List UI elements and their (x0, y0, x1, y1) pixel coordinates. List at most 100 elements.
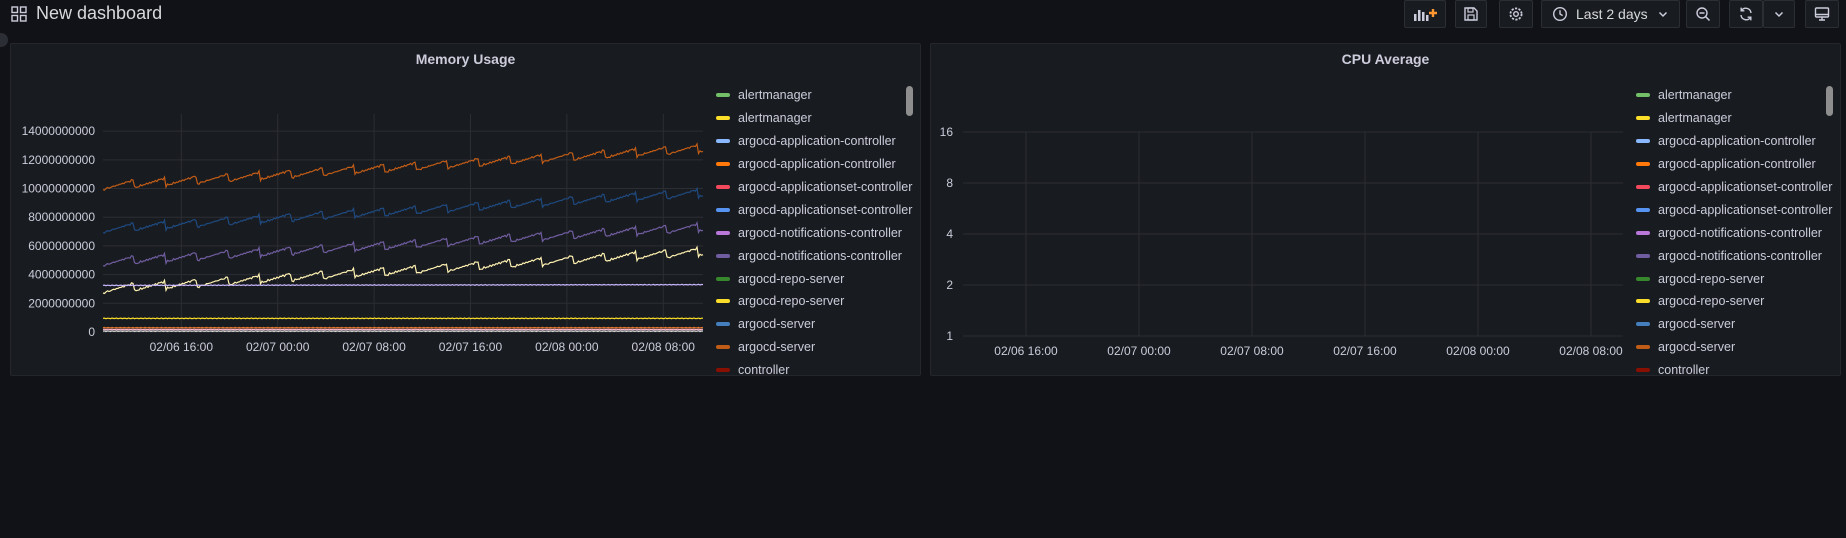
legend-label: alertmanager (1658, 88, 1732, 103)
legend-label: argocd-application-controller (1658, 134, 1816, 149)
x-tick-label: 02/06 16:00 (994, 344, 1058, 358)
top-bar: New dashboard Last 2 days (0, 0, 1846, 30)
series-line[interactable] (102, 328, 703, 331)
cpu-average-panel[interactable]: CPU Average 1 2 4 8 16 02/06 16:00 02/07 00:00… (930, 43, 1841, 376)
legend-swatch (716, 345, 730, 350)
legend-label: alertmanager (738, 88, 812, 103)
legend-item[interactable]: argocd-server (1636, 336, 1836, 359)
legend-label: argocd-applicationset-controller (1658, 202, 1833, 217)
x-tick-label: 02/07 16:00 (439, 340, 503, 354)
legend-swatch (716, 253, 730, 258)
legend-swatch (1636, 276, 1650, 281)
legend-swatch (716, 276, 730, 281)
legend-item[interactable]: argocd-repo-server (716, 267, 916, 290)
refresh-button[interactable] (1729, 0, 1763, 28)
panel-title[interactable]: CPU Average (931, 51, 1840, 67)
legend-item[interactable]: argocd-applicationset-controller (1636, 176, 1836, 199)
legend-item[interactable]: argocd-server (1636, 313, 1836, 336)
x-tick-label: 02/07 08:00 (1220, 344, 1284, 358)
legend-item[interactable]: argocd-notifications-controller (1636, 221, 1836, 244)
legend-label: argocd-repo-server (1658, 271, 1765, 286)
legend-label: argocd-applicationset-controller (738, 180, 913, 194)
tv-mode-button[interactable] (1805, 0, 1839, 28)
legend-label: argocd-applicationset-controller (1658, 180, 1833, 194)
legend-swatch (716, 230, 730, 235)
legend-label: argocd-notifications-controller (738, 248, 902, 263)
legend-item[interactable]: argocd-application-controller (716, 153, 916, 176)
legend-item[interactable]: alertmanager (1636, 84, 1836, 107)
legend-item[interactable]: argocd-server (716, 336, 916, 359)
legend-swatch (1636, 345, 1650, 350)
series-line[interactable] (102, 283, 703, 287)
save-dashboard-button[interactable] (1455, 0, 1487, 28)
legend-label: argocd-application-controller (738, 157, 896, 172)
zoom-out-icon (1696, 7, 1711, 22)
legend-item[interactable]: alertmanager (1636, 107, 1836, 130)
memory-usage-chart[interactable]: 0 2000000000 4000000000 6000000000 800000000… (11, 84, 711, 374)
settings-icon (1509, 7, 1523, 21)
legend-item[interactable]: argocd-application-controller (716, 130, 916, 153)
series-line[interactable] (102, 330, 703, 333)
add-panel-button[interactable] (1404, 0, 1446, 28)
legend-item[interactable]: argocd-notifications-controller (716, 244, 916, 267)
series-line[interactable] (102, 326, 704, 329)
legend-label: controller (1658, 363, 1710, 374)
legend-item[interactable]: alertmanager (716, 107, 916, 130)
row-collapse-handle[interactable] (0, 33, 8, 47)
legend-item[interactable]: argocd-application-controller (1636, 153, 1836, 176)
legend-scrollbar[interactable] (1826, 86, 1833, 116)
legend-item[interactable]: alertmanager (716, 84, 916, 107)
refresh-interval-dropdown[interactable] (1763, 0, 1795, 28)
cpu-average-chart[interactable]: 1 2 4 8 16 02/06 16:00 02/07 00:00 02/07 08:00 0… (931, 84, 1631, 374)
panel-title[interactable]: Memory Usage (11, 51, 920, 67)
legend-item[interactable]: argocd-applicationset-controller (716, 176, 916, 199)
legend-swatch (1636, 207, 1650, 212)
x-tick-label: 02/08 00:00 (535, 340, 599, 354)
memory-usage-panel[interactable]: Memory Usage 0 2000000000 4000000000 600000… (10, 43, 921, 376)
legend-item[interactable]: argocd-server (716, 313, 916, 336)
legend-label: argocd-server (738, 317, 816, 332)
legend-item[interactable]: argocd-repo-server (1636, 267, 1836, 290)
legend-item[interactable]: argocd-repo-server (716, 290, 916, 313)
legend-item[interactable]: argocd-applicationset-controller (1636, 198, 1836, 221)
legend-label: argocd-notifications-controller (1658, 248, 1822, 263)
legend-scrollbar[interactable] (906, 86, 913, 116)
legend-item[interactable]: argocd-applicationset-controller (716, 198, 916, 221)
legend-item[interactable]: argocd-application-controller (1636, 130, 1836, 153)
legend-swatch (1636, 93, 1650, 98)
dashboard-title[interactable]: New dashboard (36, 3, 162, 24)
series-line[interactable] (102, 142, 704, 191)
legend-label: argocd-application-controller (1658, 157, 1816, 172)
y-tick-label: 2 (946, 278, 953, 292)
y-tick-label: 12000000000 (22, 153, 96, 167)
series-line[interactable] (102, 245, 704, 295)
y-tick-label: 14000000000 (22, 124, 96, 138)
legend-item[interactable]: argocd-notifications-controller (1636, 244, 1836, 267)
x-tick-label: 02/06 16:00 (150, 340, 214, 354)
legend-label: argocd-repo-server (738, 271, 845, 286)
x-tick-label: 02/07 08:00 (342, 340, 406, 354)
y-tick-label: 8000000000 (28, 210, 95, 224)
series-line[interactable] (102, 317, 703, 320)
y-tick-label: 2000000000 (28, 296, 95, 310)
legend-swatch (1636, 253, 1650, 258)
save-icon (1464, 7, 1478, 21)
legend-item[interactable]: argocd-repo-server (1636, 290, 1836, 313)
dashboard-settings-button[interactable] (1499, 0, 1533, 28)
x-tick-label: 02/07 16:00 (1333, 344, 1397, 358)
legend-swatch (1636, 230, 1650, 235)
legend-swatch (1636, 162, 1650, 167)
time-range-picker[interactable]: Last 2 days (1541, 0, 1680, 28)
legend-label: argocd-notifications-controller (738, 225, 902, 240)
legend-item[interactable]: controller (1636, 359, 1836, 374)
series-line[interactable] (102, 186, 704, 234)
y-tick-label: 10000000000 (22, 182, 96, 196)
zoom-out-button[interactable] (1686, 0, 1720, 28)
legend-swatch (716, 139, 730, 144)
legend-item[interactable]: controller (716, 359, 916, 374)
legend-item[interactable]: argocd-notifications-controller (716, 221, 916, 244)
legend-label: alertmanager (738, 111, 812, 126)
dashboard-grid-icon[interactable] (11, 6, 27, 22)
y-tick-label: 8 (946, 176, 953, 190)
legend-label: argocd-repo-server (1658, 294, 1765, 309)
